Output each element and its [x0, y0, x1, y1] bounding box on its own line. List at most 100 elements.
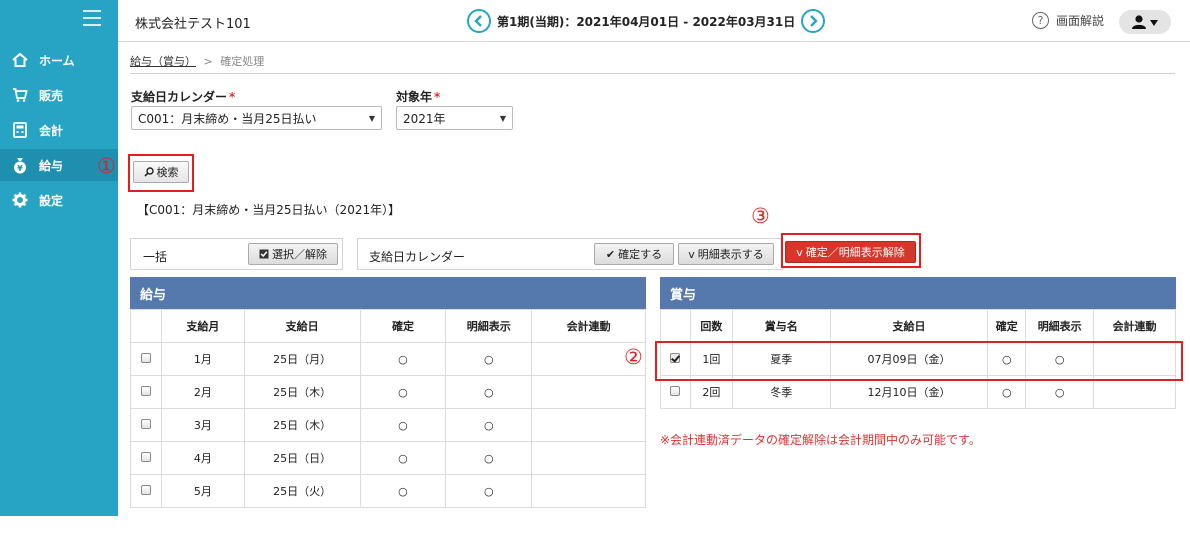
search-button[interactable]: 検索: [133, 161, 189, 183]
check-icon: ✔: [605, 247, 616, 261]
next-period-button[interactable]: [801, 9, 826, 33]
chevron-down-icon: v: [796, 245, 803, 259]
column-header: 支給日: [829, 309, 989, 343]
row-select-cell: [130, 375, 162, 409]
year-label-group: 対象年 *: [396, 88, 440, 105]
sidebar-item-label: 給与: [39, 158, 64, 173]
salary-panel-header: 給与: [130, 277, 646, 309]
detail-cell: ○: [445, 375, 533, 409]
month-cell: 4月: [160, 441, 245, 475]
breadcrumb: 給与（賞与） > 確定処理: [130, 53, 264, 69]
date-cell: 25日（日）: [243, 441, 361, 475]
row-select-cell: [130, 441, 162, 475]
calendar-label: 支給日カレンダー: [131, 90, 228, 104]
row-checkbox[interactable]: [140, 352, 151, 363]
annotation-highlight-1: 検索: [128, 154, 194, 192]
row-checkbox[interactable]: [140, 418, 151, 429]
divider: [130, 73, 1175, 74]
company-name: 株式会社テスト101: [135, 17, 251, 32]
bonus-panel-header: 賞与: [660, 277, 1176, 309]
sidebar-item-label: ホーム: [39, 53, 75, 68]
detail-cell: ○: [445, 474, 533, 508]
sidebar: ホーム 販売 会計 ¥ 給与 設定: [0, 0, 118, 516]
month-cell: 5月: [160, 474, 245, 508]
gear-icon: [11, 191, 29, 209]
column-header-select: [130, 309, 162, 343]
month-cell: 3月: [160, 408, 245, 442]
search-button-label: 検索: [156, 166, 179, 179]
chevron-right-icon: [810, 15, 818, 27]
money-bag-icon: ¥: [11, 156, 29, 174]
help-link[interactable]: ? 画面解説: [1032, 12, 1104, 29]
column-header: 明細表示: [1025, 309, 1095, 343]
unconfirm-button-label: 確定／明細表示解除: [805, 246, 905, 259]
table-row: 1月 25日（月） ○ ○: [130, 342, 646, 376]
user-menu-button[interactable]: [1119, 10, 1171, 34]
prev-period-button[interactable]: [467, 9, 491, 33]
period-selector: 第1期(当期)：2021年04月01日 - 2022年03月31日: [467, 9, 826, 33]
breadcrumb-separator: >: [203, 55, 213, 68]
column-header: 確定: [987, 309, 1027, 343]
breadcrumb-link-payroll[interactable]: 給与（賞与）: [130, 55, 196, 68]
period-text: 第1期(当期)：2021年04月01日 - 2022年03月31日: [497, 14, 796, 29]
detail-cell: ○: [445, 408, 533, 442]
chevron-down-icon: v: [688, 247, 695, 261]
sidebar-item-label: 設定: [39, 193, 64, 208]
show-detail-button[interactable]: v 明細表示する: [678, 243, 774, 265]
confirm-button-label: 確定する: [618, 248, 663, 261]
row-checkbox[interactable]: [140, 451, 151, 462]
header: 株式会社テスト101 第1期(当期)：2021年04月01日 - 2022年03…: [118, 0, 1190, 42]
confirmed-cell: ○: [359, 408, 447, 442]
breadcrumb-current: 確定処理: [220, 55, 265, 68]
sidebar-item-settings[interactable]: 設定: [0, 184, 118, 216]
year-label: 対象年: [396, 90, 433, 104]
column-header: 確定: [359, 309, 447, 343]
unconfirm-button[interactable]: v 確定／明細表示解除: [785, 241, 916, 263]
calendar-bar-label: 支給日カレンダー: [369, 250, 466, 264]
column-header-select: [660, 309, 691, 343]
calculator-icon: [11, 121, 29, 139]
bulk-bar: 一括 選択／解除: [130, 238, 343, 270]
select-toggle-label: 選択／解除: [272, 248, 327, 261]
row-checkbox[interactable]: [670, 385, 681, 396]
row-checkbox[interactable]: [140, 484, 151, 495]
sidebar-item-home[interactable]: ホーム: [0, 44, 118, 76]
date-cell: 25日（木）: [243, 408, 361, 442]
date-cell: 25日（火）: [243, 474, 361, 508]
column-header: 回数: [689, 309, 733, 343]
table-header-row: 支給月 支給日 確定 明細表示 会計連動: [130, 309, 646, 343]
salary-table: 支給月 支給日 確定 明細表示 会計連動 1月 25日（月） ○ ○ 2月 25…: [130, 309, 646, 508]
calendar-select-value: C001：月末締め・当月25日払い: [138, 111, 317, 126]
date-cell: 25日（月）: [243, 342, 361, 376]
confirmed-cell: ○: [359, 441, 447, 475]
row-select-cell: [130, 474, 162, 508]
sidebar-item-label: 会計: [39, 123, 64, 138]
calendar-action-bar: 支給日カレンダー ✔ 確定する v 明細表示する: [357, 238, 783, 270]
table-header-row: 回数 賞与名 支給日 確定 明細表示 会計連動: [660, 309, 1176, 343]
svg-text:¥: ¥: [17, 164, 23, 173]
date-cell: 25日（木）: [243, 375, 361, 409]
checkbox-icon: [259, 249, 269, 259]
home-icon: [11, 51, 29, 69]
question-icon: ?: [1032, 12, 1049, 29]
column-header: 会計連動: [531, 309, 646, 343]
hamburger-menu-icon[interactable]: [83, 10, 101, 26]
confirmed-cell: ○: [359, 375, 447, 409]
sidebar-item-accounting[interactable]: 会計: [0, 114, 118, 146]
row-select-cell: [130, 408, 162, 442]
annotation-marker-1: ①: [97, 154, 116, 178]
confirm-button[interactable]: ✔ 確定する: [594, 243, 674, 265]
bonus-panel-title: 賞与: [670, 287, 697, 303]
unconfirm-note: ※会計連動済データの確定解除は会計期間中のみ可能です。: [660, 433, 981, 447]
row-checkbox[interactable]: [140, 385, 151, 396]
select-toggle-button[interactable]: 選択／解除: [248, 243, 338, 265]
year-select[interactable]: 2021年 ▼: [396, 106, 513, 130]
month-cell: 1月: [160, 342, 245, 376]
table-row: 3月 25日（木） ○ ○: [130, 408, 646, 442]
linked-cell: [531, 441, 646, 475]
sidebar-item-sales[interactable]: 販売: [0, 79, 118, 111]
annotation-marker-2: ②: [624, 345, 643, 369]
sidebar-item-label: 販売: [39, 88, 64, 103]
calendar-select[interactable]: C001：月末締め・当月25日払い ▼: [131, 106, 382, 130]
column-header: 支給月: [160, 309, 245, 343]
